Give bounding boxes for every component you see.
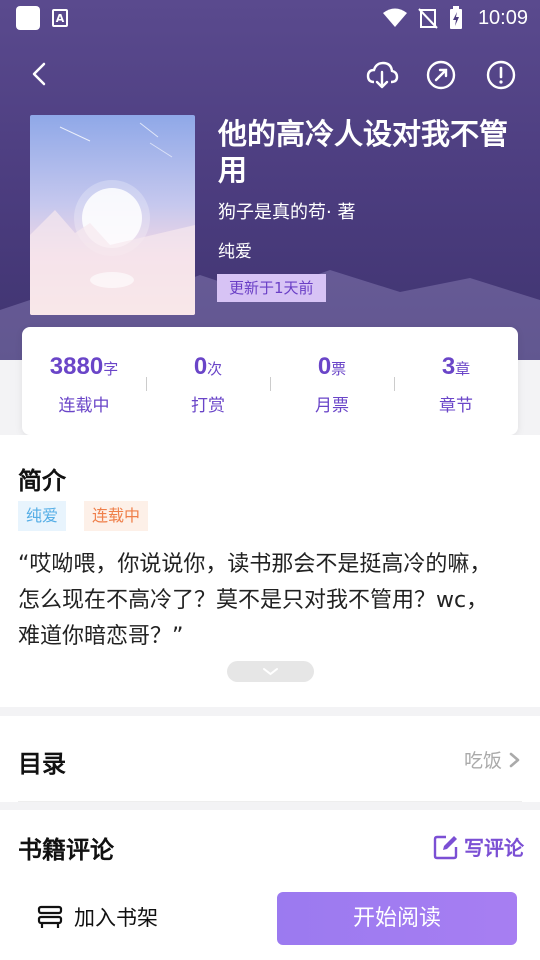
app-notification-icon: A (52, 9, 68, 27)
intro-text: “哎呦喂，你说说你，读书那会不是挺高冷的嘛，怎么现在不高冷了？莫不是只对我不管用… (18, 552, 492, 649)
status-time: 10:09 (477, 6, 528, 29)
bottom-bar: 加入书架 开始阅读 (0, 876, 540, 960)
stat-tips[interactable]: 0次 打赏 (146, 327, 270, 435)
stat-value: 3 (441, 353, 456, 380)
comments-title: 书籍评论 (18, 836, 114, 864)
toc-title: 目录 (18, 750, 66, 778)
intro-section: 简介 纯爱 连载中 “哎呦喂，你说说你，读书那会不是挺高冷的嘛，怎么现在不高冷了… (0, 435, 540, 707)
stat-value: 0 (317, 353, 332, 380)
stat-label: 连载中 (58, 396, 110, 416)
stat-unit: 字 (103, 360, 119, 378)
book-title: 他的高冷人设对我不管用 (218, 117, 509, 187)
wifi-icon (382, 8, 407, 27)
start-reading-button[interactable]: 开始阅读 (277, 892, 517, 945)
stat-chapters[interactable]: 3章 章节 (394, 327, 518, 435)
battery-icon (449, 6, 462, 29)
stat-label: 打赏 (191, 396, 225, 416)
stat-value: 3880 (49, 353, 104, 380)
chevron-right-icon (509, 752, 520, 767)
stat-label: 月票 (315, 396, 349, 416)
stat-unit: 次 (207, 360, 223, 378)
chevron-down-icon (263, 668, 278, 676)
stat-unit: 章 (455, 360, 471, 378)
toc-latest[interactable]: 吃饭 (464, 746, 522, 773)
edit-icon (433, 835, 458, 859)
status-bar: A 10:09 (0, 0, 540, 36)
tag-status[interactable]: 连载中 (84, 501, 149, 531)
no-signal-icon (418, 8, 438, 29)
book-genre: 纯爱 (218, 242, 252, 262)
write-comment-label: 写评论 (464, 836, 524, 860)
toc-section[interactable]: 目录 吃饭 (0, 716, 540, 802)
stat-label: 章节 (439, 396, 473, 416)
divider (18, 801, 522, 802)
back-icon[interactable] (24, 58, 56, 90)
stat-word-count: 3880字 连载中 (22, 327, 146, 435)
latest-chapter: 吃饭 (463, 750, 502, 772)
bookshelf-icon (37, 905, 63, 928)
cover-art (30, 122, 195, 315)
add-to-shelf-label: 加入书架 (74, 906, 158, 930)
comments-section: 书籍评论 写评论 (0, 810, 540, 880)
intro-title: 简介 (18, 467, 66, 495)
update-badge: 更新于1天前 (217, 274, 326, 302)
stat-monthly-votes[interactable]: 0票 月票 (270, 327, 394, 435)
stat-unit: 票 (331, 360, 347, 378)
download-icon[interactable] (365, 58, 399, 92)
top-navigation (0, 52, 540, 100)
book-cover[interactable] (30, 115, 195, 315)
notification-icon (16, 6, 40, 30)
share-icon[interactable] (424, 58, 458, 92)
stats-card: 3880字 连载中 0次 打赏 0票 月票 3章 章节 (22, 327, 518, 435)
write-comment-button[interactable]: 写评论 (432, 832, 524, 861)
book-author[interactable]: 狗子是真的苟· 著 (218, 198, 355, 224)
stat-value: 0 (193, 353, 208, 380)
tag-genre[interactable]: 纯爱 (18, 501, 67, 531)
book-header: A 10:09 他的高冷人设对我不管用 狗子是真的苟· 著 纯爱 更新于1天前 (0, 0, 540, 360)
report-icon[interactable] (484, 58, 518, 92)
add-to-shelf-button[interactable]: 加入书架 (36, 902, 158, 932)
expand-button[interactable] (227, 661, 314, 682)
